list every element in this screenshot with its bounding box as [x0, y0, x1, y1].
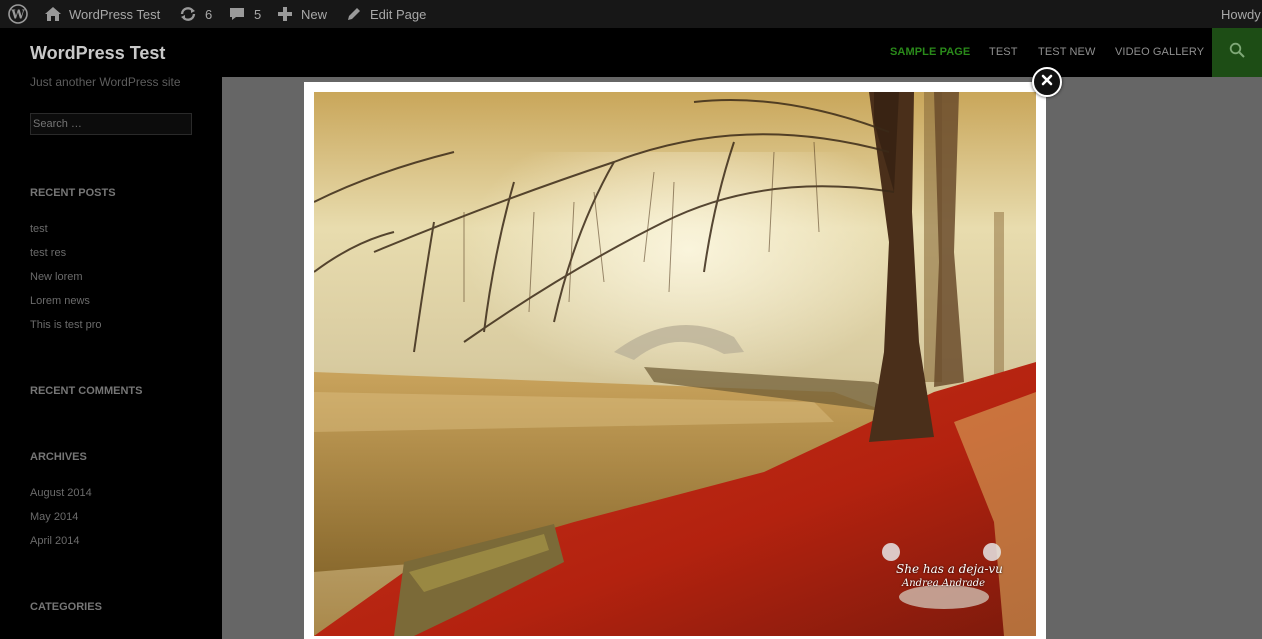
admin-bar: W WordPress Test 6 5 New Edit Page Howdy: [0, 0, 1262, 28]
sidebar-search-input[interactable]: [30, 113, 192, 135]
howdy-account-link[interactable]: Howdy: [1221, 0, 1261, 28]
search-icon: [1229, 42, 1245, 63]
edit-page-label: Edit Page: [370, 6, 427, 22]
wordpress-logo-icon[interactable]: W: [8, 0, 28, 28]
watermark-author: Andrea Andrade: [902, 578, 986, 589]
new-content-link[interactable]: New: [278, 0, 327, 28]
howdy-label: Howdy: [1221, 6, 1261, 22]
recent-posts-heading: RECENT POSTS: [30, 187, 116, 199]
admin-site-name: WordPress Test: [69, 6, 161, 22]
updates-count: 6: [205, 6, 213, 22]
comments-link[interactable]: 5: [229, 0, 261, 28]
autumn-scene-photo: [314, 92, 1036, 636]
categories-heading: CATEGORIES: [30, 601, 102, 613]
lightbox-image[interactable]: She has a deja-vu Andrea Andrade: [314, 92, 1036, 636]
lightbox-close-button[interactable]: [1032, 67, 1062, 97]
new-label: New: [301, 6, 328, 22]
recent-post-link[interactable]: New lorem: [30, 271, 83, 283]
nav-item-sample-page[interactable]: SAMPLE PAGE: [890, 46, 970, 58]
search-toggle-button[interactable]: [1212, 28, 1262, 77]
home-icon: [44, 6, 62, 22]
site-tagline: Just another WordPress site: [30, 75, 181, 89]
nav-item-video-gallery[interactable]: VIDEO GALLERY: [1115, 46, 1204, 58]
plus-icon: [278, 7, 292, 21]
close-icon: [1041, 73, 1053, 91]
archive-link[interactable]: May 2014: [30, 511, 78, 523]
recent-post-link[interactable]: test: [30, 223, 48, 235]
nav-item-test-new[interactable]: TEST NEW: [1038, 46, 1095, 58]
archives-heading: ARCHIVES: [30, 451, 87, 463]
nav-item-test[interactable]: TEST: [989, 46, 1018, 58]
recent-comments-heading: RECENT COMMENTS: [30, 385, 143, 397]
site-header: WordPress Test SAMPLE PAGE TEST TEST NEW…: [0, 28, 1262, 77]
admin-site-link[interactable]: WordPress Test: [44, 0, 160, 28]
archive-link[interactable]: August 2014: [30, 487, 92, 499]
updates-link[interactable]: 6: [179, 0, 212, 28]
pencil-icon: [346, 6, 362, 22]
updates-icon: [179, 6, 197, 22]
lightbox-frame: She has a deja-vu Andrea Andrade: [304, 82, 1046, 639]
site-title[interactable]: WordPress Test: [30, 43, 165, 64]
recent-post-link[interactable]: test res: [30, 247, 66, 259]
archive-link[interactable]: April 2014: [30, 535, 80, 547]
comment-icon: [229, 6, 245, 22]
edit-page-link[interactable]: Edit Page: [346, 0, 426, 28]
sidebar: Just another WordPress site RECENT POSTS…: [0, 75, 222, 639]
comments-count: 5: [254, 6, 262, 22]
recent-post-link[interactable]: Lorem news: [30, 295, 90, 307]
watermark-title: She has a deja-vu: [896, 562, 1003, 576]
svg-text:W: W: [10, 8, 25, 22]
recent-post-link[interactable]: This is test pro: [30, 319, 102, 331]
